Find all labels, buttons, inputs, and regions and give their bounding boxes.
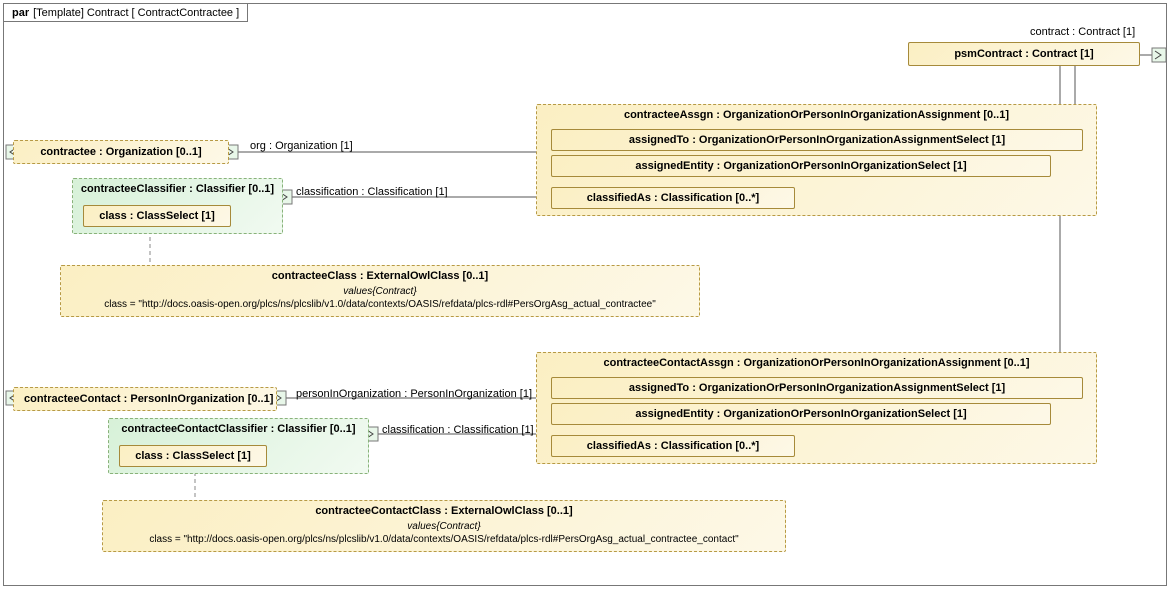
contractee-assgn-classifiedas: classifiedAs : Classification [0..*] bbox=[551, 187, 795, 209]
contractee-contact-classifier-title: contracteeContactClassifier : Classifier… bbox=[109, 419, 368, 439]
contractee-contact-class-subtitle: values{Contract} bbox=[103, 521, 785, 532]
edge-label-org: org : Organization [1] bbox=[250, 140, 353, 152]
contractee-contact-assgn-classifiedas: classifiedAs : Classification [0..*] bbox=[551, 435, 795, 457]
diagram-canvas: par [Template] Contract [ ContractContra… bbox=[0, 0, 1170, 589]
contractee-contact-classifier-classselect: class : ClassSelect [1] bbox=[119, 445, 267, 467]
node-contractee-classifier: contracteeClassifier : Classifier [0..1]… bbox=[72, 178, 283, 234]
contractee-assgn-assignedto: assignedTo : OrganizationOrPersonInOrgan… bbox=[551, 129, 1083, 151]
contractee-assgn-assignedentity: assignedEntity : OrganizationOrPersonInO… bbox=[551, 155, 1051, 177]
contractee-classifier-title: contracteeClassifier : Classifier [0..1] bbox=[73, 179, 282, 199]
contractee-contact-assgn-assignedto: assignedTo : OrganizationOrPersonInOrgan… bbox=[551, 377, 1083, 399]
contractee-assgn-title: contracteeAssgn : OrganizationOrPersonIn… bbox=[537, 105, 1096, 125]
contractee-contact-class-body: class = "http://docs.oasis-open.org/plcs… bbox=[103, 532, 785, 551]
contractee-class-body: class = "http://docs.oasis-open.org/plcs… bbox=[61, 297, 699, 316]
node-contractee-class: contracteeClass : ExternalOwlClass [0..1… bbox=[60, 265, 700, 317]
contractee-contact-assgn-title: contracteeContactAssgn : OrganizationOrP… bbox=[537, 353, 1096, 373]
edge-label-classification1: classification : Classification [1] bbox=[296, 186, 448, 198]
edge-label-personinorg: personInOrganization : PersonInOrganizat… bbox=[296, 388, 532, 400]
contractee-class-title: contracteeClass : ExternalOwlClass [0..1… bbox=[61, 266, 699, 286]
node-contractee: contractee : Organization [0..1] bbox=[13, 140, 229, 164]
node-contractee-contact-class: contracteeContactClass : ExternalOwlClas… bbox=[102, 500, 786, 552]
contractee-contact-assgn-assignedentity: assignedEntity : OrganizationOrPersonInO… bbox=[551, 403, 1051, 425]
node-contractee-contact-assgn: contracteeContactAssgn : OrganizationOrP… bbox=[536, 352, 1097, 464]
edge-label-contract: contract : Contract [1] bbox=[1030, 26, 1135, 38]
contractee-contact-class-title: contracteeContactClass : ExternalOwlClas… bbox=[103, 501, 785, 521]
edge-label-classification2: classification : Classification [1] bbox=[382, 424, 534, 436]
node-psmcontract: psmContract : Contract [1] bbox=[908, 42, 1140, 66]
node-contractee-contact-classifier: contracteeContactClassifier : Classifier… bbox=[108, 418, 369, 474]
node-contractee-assgn: contracteeAssgn : OrganizationOrPersonIn… bbox=[536, 104, 1097, 216]
node-contractee-contact: contracteeContact : PersonInOrganization… bbox=[13, 387, 277, 411]
contractee-classifier-classselect: class : ClassSelect [1] bbox=[83, 205, 231, 227]
contractee-class-subtitle: values{Contract} bbox=[61, 286, 699, 297]
